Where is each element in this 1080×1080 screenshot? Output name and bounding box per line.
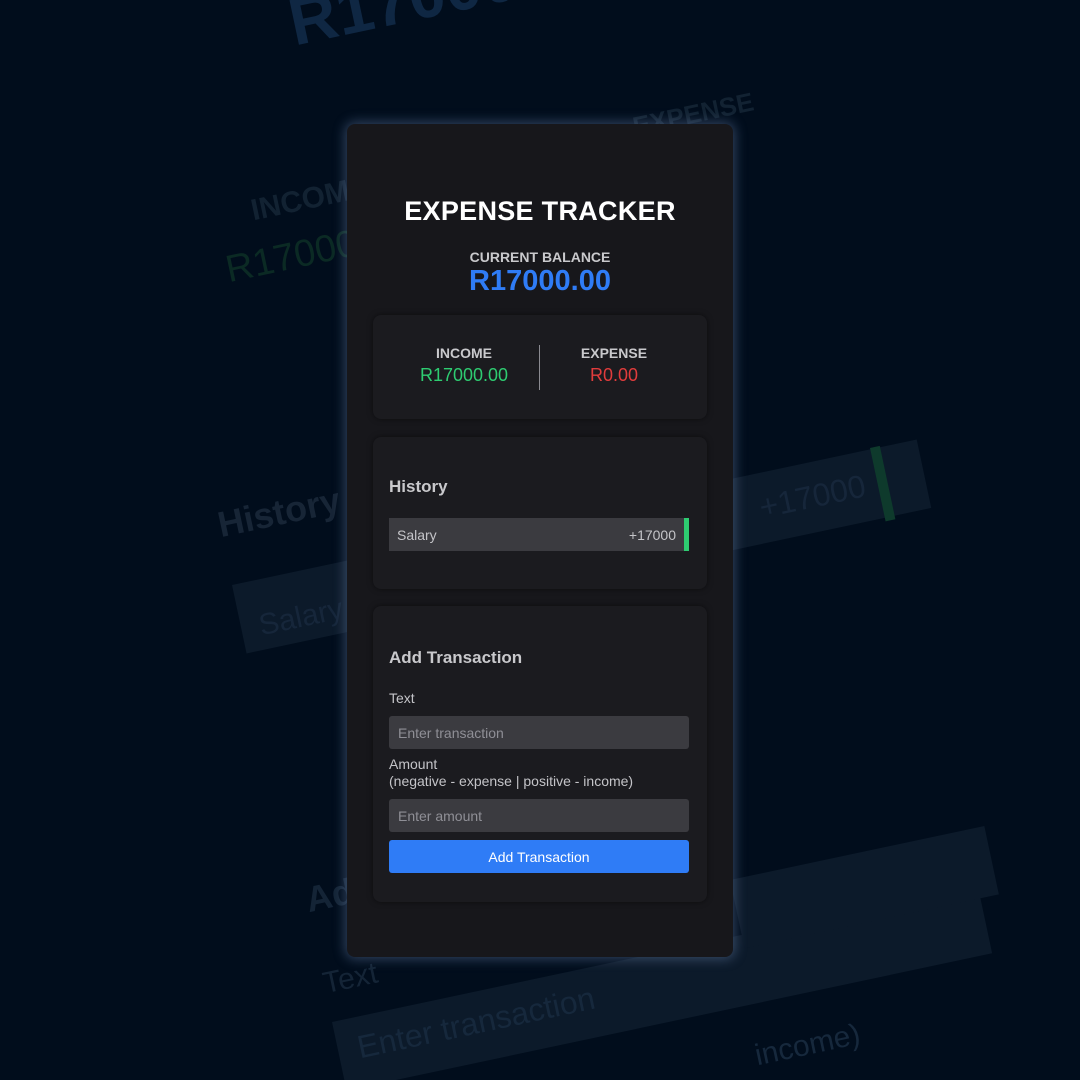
background-balance-text: R17000.00 [282,0,614,60]
income-value: R17000.00 [419,365,509,385]
income-expense-panel: INCOME R17000.00 EXPENSE R0.00 [373,315,707,419]
background-history-text: Salary [256,592,347,643]
balance-label: CURRENT BALANCE [469,249,611,265]
history-item-text: Salary [397,526,437,543]
add-transaction-title: Add Transaction [389,648,523,667]
balance-value: R17000.00 [469,265,611,297]
background-history-amount: +17000 [756,467,869,526]
expense-label: EXPENSE [580,345,648,361]
expense-tracker-card: EXPENSE TRACKER CURRENT BALANCE R17000.0… [347,124,733,957]
history-title: History [389,477,448,496]
amount-label: Amount [389,756,438,772]
text-field-label: Text [389,690,415,706]
background-input-top [730,825,999,949]
history-panel: History Salary +17000 [373,437,707,589]
page-title: EXPENSE TRACKER [404,196,676,226]
background-history-title: History [214,479,344,546]
amount-input[interactable] [389,799,689,832]
amount-hint: (negative - expense | positive - income) [389,773,634,789]
add-transaction-button[interactable]: Add Transaction [389,840,689,873]
add-transaction-panel: Add Transaction Text Amount (negative - … [373,606,707,902]
income-section: INCOME R17000.00 [389,345,539,386]
expense-value: R0.00 [589,365,639,385]
amount-field-label: Amount (negative - expense | positive - … [389,756,633,790]
income-label: INCOME [436,345,492,361]
background-text-label: Text [320,956,381,1001]
history-item-amount: +17000 [628,526,676,543]
background-placeholder: Enter transaction [354,979,599,1066]
background-income-bar [870,445,896,522]
history-item[interactable]: Salary +17000 [389,518,689,551]
transaction-text-input[interactable] [389,716,689,749]
expense-section: EXPENSE R0.00 [539,345,689,386]
background-hint: income) [752,1017,864,1073]
